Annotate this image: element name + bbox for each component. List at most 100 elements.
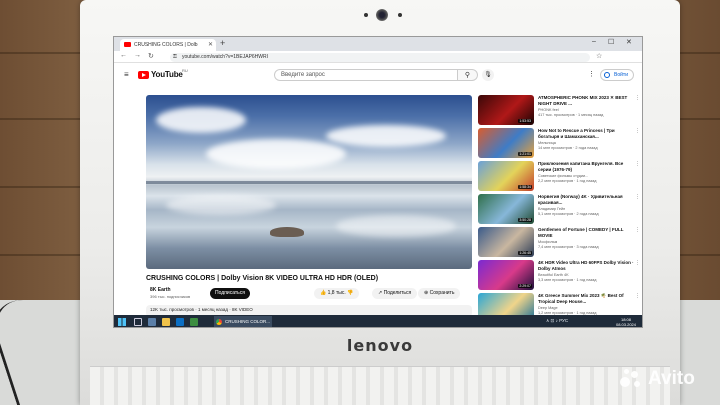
video-thumbnail[interactable]: 1:21:01 <box>478 128 534 158</box>
more-options-icon[interactable]: ⋮ <box>635 260 640 266</box>
more-options-icon[interactable]: ⋮ <box>635 128 640 134</box>
recommended-video-channel[interactable]: PHONK feel <box>538 108 634 112</box>
voice-search-mic-icon[interactable]: 🎙 <box>482 69 494 81</box>
channel-name[interactable]: 8K Earth <box>150 287 171 293</box>
video-duration: 1:53:53 <box>518 119 532 123</box>
monitor-stand-grille <box>90 366 670 405</box>
video-player[interactable] <box>146 95 472 269</box>
recommended-video[interactable]: 3:50:28 Норвегия (Norway) 4K · Удивительн… <box>478 194 640 224</box>
share-button[interactable]: ↗ Поделиться <box>372 288 418 299</box>
chrome-icon <box>216 319 222 325</box>
more-options-icon[interactable]: ⋮ <box>588 70 595 78</box>
system-tray[interactable]: ∧ ⊡ ♪ РУС <box>546 318 568 324</box>
recommended-video-meta: 7,4 млн просмотров · 3 года назад <box>538 245 599 249</box>
recommended-video[interactable]: 1:53:53 ATMOSPHERIC PHONK MIX 2023 ✕ BEST… <box>478 95 640 125</box>
taskbar-task-label: CRUSHING COLOR... <box>225 319 271 324</box>
video-thumbnail[interactable]: 1:53:53 <box>478 95 534 125</box>
file-explorer-icon[interactable] <box>162 318 170 326</box>
video-thumbnail[interactable]: 1:26:45 <box>478 227 534 257</box>
webcam-icon <box>376 9 388 21</box>
more-options-icon[interactable]: ⋮ <box>635 293 640 299</box>
video-duration: 1:58:34 <box>518 185 532 189</box>
sign-in-button[interactable]: Войти <box>600 69 634 81</box>
windows-start-icon[interactable] <box>118 318 126 326</box>
more-options-icon[interactable]: ⋮ <box>635 227 640 233</box>
youtube-logo-text[interactable]: YouTube <box>151 70 183 79</box>
recommended-video-title[interactable]: Приключения капитана Врунгеля. Все серии… <box>538 161 634 172</box>
youtube-play-logo-icon[interactable] <box>138 71 149 79</box>
video-thumbnail[interactable]: 3:50:28 <box>478 194 534 224</box>
dislike-icon[interactable]: 👎 <box>347 290 353 296</box>
recommended-video-channel[interactable]: Beautiful Earth 4K <box>538 273 634 277</box>
sky-cloud <box>206 139 346 169</box>
sign-in-label: Войти <box>614 72 628 78</box>
subscribe-button[interactable]: Подписаться <box>210 288 250 299</box>
recommended-video-title[interactable]: ATMOSPHERIC PHONK MIX 2023 ✕ BEST NIGHT … <box>538 95 634 106</box>
save-icon: ⊕ <box>424 290 429 296</box>
like-icon: 👍 <box>320 290 327 296</box>
brand-logo: lenovo <box>346 336 414 355</box>
forward-arrow-icon[interactable]: → <box>134 52 141 59</box>
taskbar-clock[interactable]: 18:08 08.03.2024 <box>616 317 636 327</box>
subscriber-count: 396 тыс. подписчиков <box>150 294 191 299</box>
bookmark-star-icon[interactable]: ☆ <box>596 52 602 60</box>
close-window-button[interactable]: ✕ <box>626 38 632 46</box>
recommended-video-channel[interactable]: Советские фильмы студии... <box>538 174 634 178</box>
new-tab-button[interactable]: + <box>220 38 225 48</box>
video-title: CRUSHING COLORS | Dolby Vision 8K VIDEO … <box>146 275 379 282</box>
recommended-video[interactable]: 2:29:07 4K HDR Video Ultra HD 60FPS Dolby… <box>478 260 640 290</box>
video-thumbnail[interactable]: 1:58:34 <box>478 161 534 191</box>
url-field[interactable]: ⚿ youtube.com/watch?v=1BEJAP6HWRI <box>170 53 590 62</box>
video-duration: 1:21:01 <box>518 152 532 156</box>
screen: CRUSHING COLORS | Dolb ✕ + – ☐ ✕ ← → ↻ ⚿… <box>113 36 643 328</box>
recommended-video-channel[interactable]: Владимир Гейн <box>538 207 634 211</box>
clock-date: 08.03.2024 <box>615 322 636 327</box>
reload-icon[interactable]: ↻ <box>148 52 154 60</box>
recommended-video-channel[interactable]: Мосфильм <box>538 240 634 244</box>
tab-close-icon[interactable]: ✕ <box>208 39 213 51</box>
video-duration: 3:50:28 <box>518 218 532 222</box>
recommended-video-meta: 5,1 млн просмотров · 2 года назад <box>538 212 599 216</box>
minimize-button[interactable]: – <box>592 38 596 45</box>
recommended-video-meta: 3,3 млн просмотров · 1 год назад <box>538 278 597 282</box>
recommended-video[interactable]: 1:26:45 Gentlemen of Fortune | COMEDY | F… <box>478 227 640 257</box>
recommended-video-title[interactable]: Gentlemen of Fortune | COMEDY | FULL MOV… <box>538 227 634 238</box>
search-taskbar-icon[interactable] <box>134 318 142 326</box>
like-button[interactable]: 👍 1,8 тыс. 👎 <box>314 288 360 299</box>
store-icon[interactable] <box>190 318 198 326</box>
recommended-video[interactable]: 1:21:01 How Not to Rescue a Princess | Тр… <box>478 128 640 158</box>
more-options-icon[interactable]: ⋮ <box>635 161 640 167</box>
recommended-video-title[interactable]: 4K Greece Summer Mix 2023 🌴 Best Of Trop… <box>538 293 634 304</box>
video-duration: 2:29:07 <box>518 284 532 288</box>
url-text: youtube.com/watch?v=1BEJAP6HWRI <box>182 54 269 60</box>
recommended-video-title[interactable]: How Not to Rescue a Princess | Три богат… <box>538 128 634 139</box>
cloud-reflection <box>166 195 276 215</box>
browser-tab[interactable]: CRUSHING COLORS | Dolb ✕ <box>120 39 216 51</box>
more-options-icon[interactable]: ⋮ <box>635 194 640 200</box>
recommended-video-title[interactable]: 4K HDR Video Ultra HD 60FPS Dolby Vision… <box>538 260 634 271</box>
video-duration: 1:26:45 <box>518 251 532 255</box>
edge-browser-icon[interactable] <box>176 318 184 326</box>
search-input[interactable]: Введите запрос <box>274 69 458 81</box>
search-button[interactable]: ⚲ <box>458 69 478 81</box>
address-bar: ← → ↻ ⚿ youtube.com/watch?v=1BEJAP6HWRI … <box>114 51 642 63</box>
taskbar-chrome-task[interactable]: CRUSHING COLOR... <box>214 316 272 327</box>
video-thumbnail[interactable]: 2:29:07 <box>478 260 534 290</box>
cloud-reflection <box>336 215 456 237</box>
recommended-video-channel[interactable]: Deep Mage <box>538 306 634 310</box>
menu-icon[interactable]: ≡ <box>124 70 129 79</box>
recommended-video-title[interactable]: Норвегия (Norway) 4K · Удивительная крас… <box>538 194 634 205</box>
task-view-icon[interactable] <box>148 318 156 326</box>
recommended-video[interactable]: 1:58:34 Приключения капитана Врунгеля. Вс… <box>478 161 640 191</box>
back-arrow-icon[interactable]: ← <box>120 52 127 59</box>
recommended-video-meta: 2,2 млн просмотров · 1 год назад <box>538 179 597 183</box>
more-options-icon[interactable]: ⋮ <box>635 95 640 101</box>
avito-wordmark: Avito <box>648 368 695 389</box>
save-button[interactable]: ⊕ Сохранить <box>418 288 461 299</box>
maximize-button[interactable]: ☐ <box>608 38 614 46</box>
recommended-video-channel[interactable]: Мельница <box>538 141 634 145</box>
account-circle-icon <box>604 72 610 78</box>
youtube-favicon-icon <box>124 42 131 47</box>
windows-taskbar: CRUSHING COLOR... ∧ ⊡ ♪ РУС 18:08 08.03.… <box>114 315 642 327</box>
share-label: Поделиться <box>383 290 412 296</box>
